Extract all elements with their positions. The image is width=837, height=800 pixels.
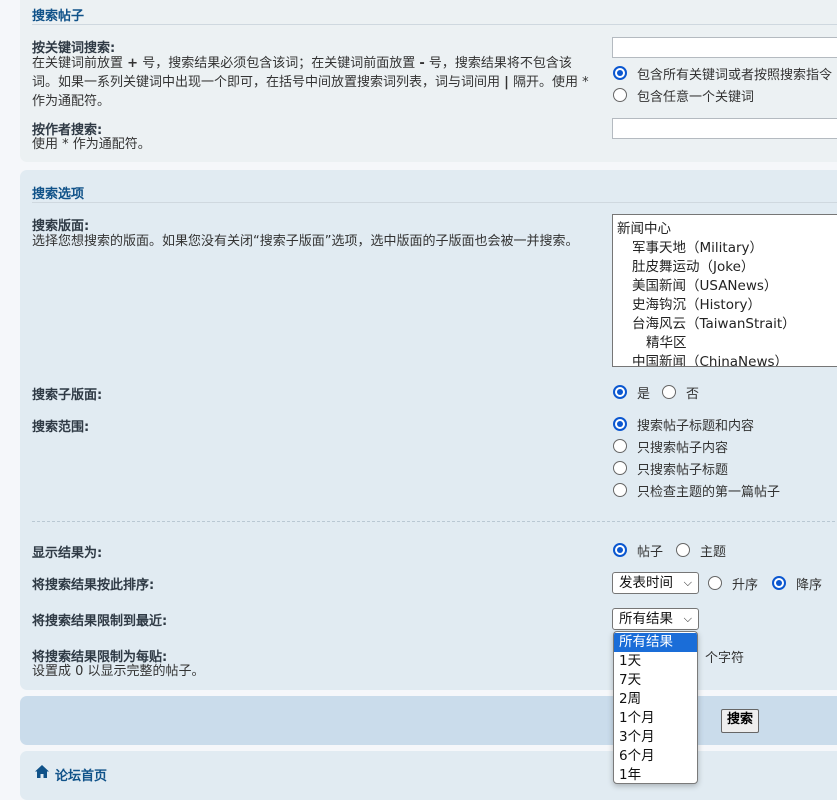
scope-radio-content[interactable] — [613, 439, 627, 453]
chevron-down-icon: ⌵ — [683, 612, 692, 625]
search-options-panel: 搜索选项 搜索版面: 选择您想搜索的版面。如果您没有关闭“搜索子版面”选项，选中… — [20, 170, 837, 690]
limit-dropdown-list[interactable]: 所有结果 1天 7天 2周 1个月 3个月 6个月 1年 — [613, 631, 698, 784]
divider — [32, 202, 837, 203]
limit-option[interactable]: 1个月 — [614, 709, 697, 728]
display-posts-label: 帖子 — [637, 545, 664, 560]
chevron-down-icon: ⌵ — [683, 576, 692, 589]
sort-desc-radio[interactable] — [772, 576, 786, 590]
limit-select-value: 所有结果 — [619, 611, 673, 627]
keywords-input[interactable] — [612, 37, 837, 58]
subforums-label: 搜索子版面: — [32, 388, 103, 403]
limit-option[interactable]: 2周 — [614, 690, 697, 709]
forum-option[interactable]: 精华区 — [646, 331, 687, 351]
scope-label-content: 只搜索帖子内容 — [637, 441, 729, 456]
display-label: 显示结果为: — [32, 546, 103, 561]
scope-radio-first-post[interactable] — [613, 483, 627, 497]
forum-option[interactable]: 台海风云（TaiwanStrait） — [632, 312, 796, 332]
forum-option[interactable]: 史海钩沉（History） — [632, 293, 761, 313]
submit-panel: 搜索 — [20, 696, 837, 745]
sort-asc-radio[interactable] — [708, 576, 722, 590]
display-posts-radio[interactable] — [613, 543, 627, 557]
author-input[interactable] — [612, 118, 837, 139]
scope-radio-title[interactable] — [613, 461, 627, 475]
forum-home-link[interactable]: 论坛首页 — [55, 765, 107, 784]
search-button[interactable]: 搜索 — [721, 709, 759, 733]
forums-listbox[interactable]: 新闻中心 军事天地（Military） 肚皮舞运动（Joke） 美国新闻（USA… — [612, 214, 837, 367]
sort-desc-label: 降序 — [796, 578, 823, 593]
limit-option[interactable]: 6个月 — [614, 747, 697, 766]
forum-option[interactable]: 肚皮舞运动（Joke） — [632, 255, 754, 275]
sort-asc-label: 升序 — [732, 578, 759, 593]
search-posts-panel: 搜索帖子 按关键词搜索: 在关键词前放置 + 号，搜索结果必须包含该词；在关键词… — [20, 0, 837, 162]
subforums-no-radio[interactable] — [662, 385, 676, 399]
limit-select[interactable]: 所有结果 ⌵ — [612, 608, 699, 630]
subforums-yes-label: 是 — [637, 387, 651, 402]
display-topics-label: 主题 — [700, 545, 727, 560]
sort-label: 将搜索结果按此排序: — [32, 578, 155, 593]
scope-radio-title-content[interactable] — [613, 417, 627, 431]
limit-option[interactable]: 1年 — [614, 766, 697, 783]
terms-all-radio[interactable] — [613, 66, 627, 80]
sort-select[interactable]: 发表时间 ⌵ — [612, 572, 699, 594]
terms-any-label: 包含任意一个关键词 — [637, 90, 755, 105]
scope-label-title-content: 搜索帖子标题和内容 — [637, 419, 755, 434]
dashed-divider — [32, 521, 837, 522]
scope-label-first-post: 只检查主题的第一篇帖子 — [637, 485, 781, 500]
limit-label: 将搜索结果限制到最近: — [32, 614, 168, 629]
scope-label: 搜索范围: — [32, 420, 90, 435]
display-topics-radio[interactable] — [676, 543, 690, 557]
limit-option[interactable]: 7天 — [614, 671, 697, 690]
sort-select-value: 发表时间 — [619, 575, 673, 591]
forum-option[interactable]: 军事天地（Military） — [632, 236, 763, 256]
home-icon[interactable] — [34, 764, 50, 780]
subforums-no-label: 否 — [686, 387, 700, 402]
search-options-title: 搜索选项 — [32, 187, 85, 202]
forum-option[interactable]: 新闻中心 — [617, 217, 671, 237]
footer-panel: 论坛首页 — [20, 751, 837, 800]
chars-description: 设置成 0 以显示完整的帖子。 — [32, 664, 205, 679]
limit-option[interactable]: 3个月 — [614, 728, 697, 747]
author-description: 使用 * 作为通配符。 — [32, 137, 151, 152]
keywords-description: 在关键词前放置 + 号，搜索结果必须包含该词；在关键词前面放置 - 号，搜索结果… — [32, 56, 589, 109]
subforums-yes-radio[interactable] — [613, 385, 627, 399]
limit-option[interactable]: 所有结果 — [614, 633, 697, 652]
forum-option[interactable]: 美国新闻（USANews） — [632, 274, 777, 294]
scope-label-title: 只搜索帖子标题 — [637, 463, 729, 478]
forums-description: 选择您想搜索的版面。如果您没有关闭“搜索子版面”选项，选中版面的子版面也会被一并… — [32, 234, 579, 249]
divider — [32, 24, 837, 25]
terms-any-radio[interactable] — [613, 88, 627, 102]
limit-option[interactable]: 1天 — [614, 652, 697, 671]
search-posts-title: 搜索帖子 — [32, 9, 85, 24]
terms-all-label: 包含所有关键词或者按照搜索指令 — [637, 68, 833, 83]
chars-unit-label: 个字符 — [705, 651, 745, 666]
forum-option[interactable]: 中国新闻（ChinaNews） — [632, 350, 788, 366]
